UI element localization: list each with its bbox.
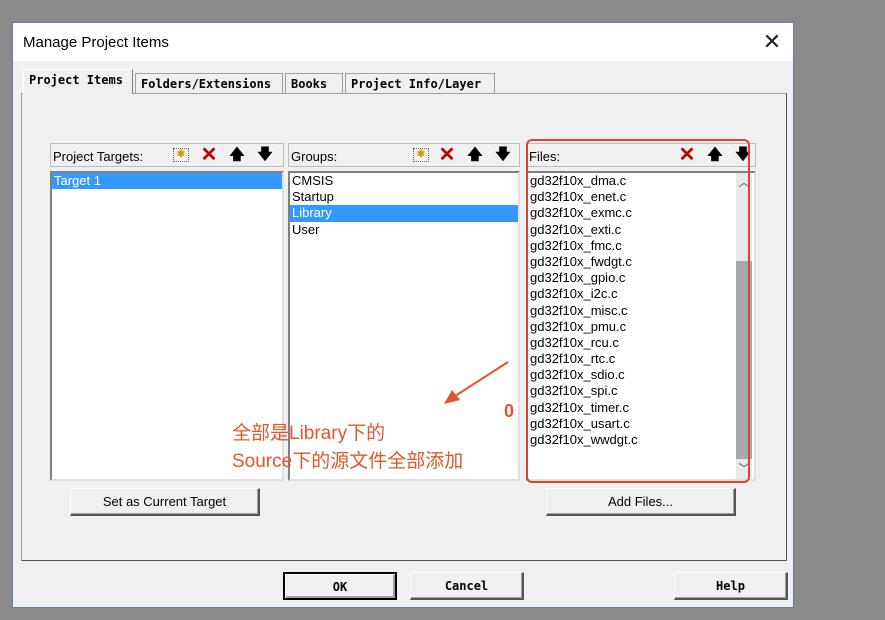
- annotation-line-1: 全部是Library下的: [232, 423, 386, 444]
- new-item-icon[interactable]: ✱: [173, 148, 189, 162]
- move-down-icon[interactable]: 🡇: [255, 146, 275, 165]
- list-item[interactable]: Startup: [290, 189, 518, 205]
- annotation-text: 全部是Library下的 Source下的源文件全部添加: [232, 420, 463, 476]
- groups-header: Groups: ✱ ✕ 🡅 🡇: [288, 143, 520, 167]
- targets-header: Project Targets: ✱ ✕ 🡅 🡇: [50, 143, 284, 167]
- tab-books[interactable]: Books: [285, 73, 343, 93]
- arrow-head: [444, 390, 460, 404]
- manage-project-items-dialog: Manage Project Items ✕ Project Items Fol…: [12, 22, 794, 608]
- groups-label: Groups:: [291, 149, 338, 164]
- list-item[interactable]: Target 1: [52, 173, 282, 190]
- delete-icon[interactable]: ✕: [437, 145, 457, 165]
- help-button[interactable]: Help: [674, 572, 788, 600]
- add-files-button[interactable]: Add Files...: [546, 488, 736, 516]
- move-up-icon[interactable]: 🡅: [465, 146, 485, 165]
- tab-project-info-layer[interactable]: Project Info/Layer: [345, 73, 495, 93]
- list-item[interactable]: Library: [290, 205, 518, 222]
- highlight-box: [526, 139, 750, 483]
- targets-label: Project Targets:: [53, 149, 144, 164]
- new-item-icon[interactable]: ✱: [413, 148, 429, 162]
- tab-folders-extensions[interactable]: Folders/Extensions: [135, 73, 283, 93]
- set-current-target-button[interactable]: Set as Current Target: [70, 488, 260, 516]
- annotation-line-2: Source下的源文件全部添加: [232, 451, 464, 472]
- tab-project-items[interactable]: Project Items: [23, 69, 133, 94]
- move-down-icon[interactable]: 🡇: [493, 146, 513, 165]
- move-up-icon[interactable]: 🡅: [227, 146, 247, 165]
- annotation-mark: 0: [504, 401, 515, 421]
- list-item[interactable]: CMSIS: [290, 173, 518, 189]
- project-items-panel: Project Targets: ✱ ✕ 🡅 🡇 Target 1 Set as…: [21, 93, 787, 561]
- cancel-button[interactable]: Cancel: [410, 572, 524, 600]
- ok-button[interactable]: OK: [283, 572, 397, 600]
- close-icon[interactable]: ✕: [757, 27, 787, 57]
- annotation-arrow: [444, 361, 509, 404]
- list-item[interactable]: User: [290, 222, 518, 238]
- title-bar: Manage Project Items ✕: [13, 23, 793, 61]
- arrow-shaft: [451, 361, 509, 399]
- window-title: Manage Project Items: [23, 34, 169, 51]
- tab-strip: Project Items Folders/Extensions Books P…: [13, 69, 793, 95]
- delete-icon[interactable]: ✕: [199, 145, 219, 165]
